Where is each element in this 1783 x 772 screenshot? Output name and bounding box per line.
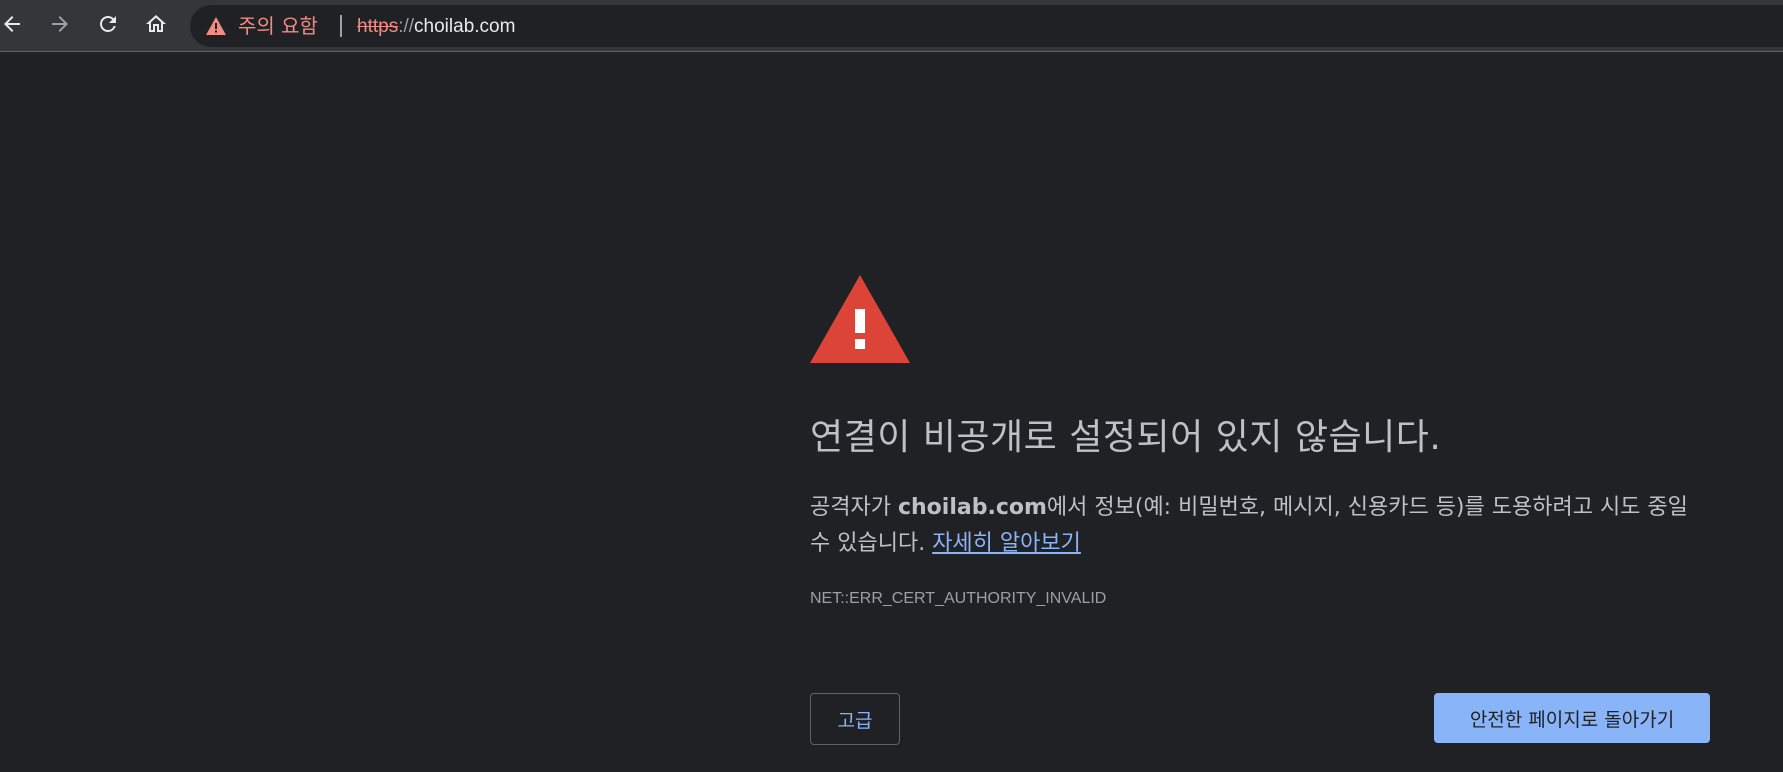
warning-triangle-icon [810,275,910,367]
forward-button[interactable] [42,6,78,42]
message-host: choilab.com [897,495,1047,520]
advanced-button[interactable]: 고급 [810,693,900,745]
home-button[interactable] [138,6,174,42]
url-scheme: https [357,16,399,37]
omnibox-divider [340,15,342,37]
reload-icon [100,15,116,32]
message-prefix: 공격자가 [810,495,898,520]
home-icon [146,15,166,32]
reload-button[interactable] [90,6,126,42]
arrow-right-icon [52,16,68,32]
url-host: choilab.com [414,16,516,37]
url-text[interactable]: https://choilab.com [357,16,515,38]
warning-message: 공격자가 choilab.com에서 정보(예: 비밀번호, 메시지, 신용카드… [810,490,1710,562]
url-separator: :// [398,16,415,37]
learn-more-link[interactable]: 자세히 알아보기 [932,531,1081,556]
warning-triangle-icon[interactable] [206,17,226,39]
page-title: 연결이 비공개로 설정되어 있지 않습니다. [810,417,1442,458]
browser-toolbar: 주의 요함 https://choilab.com [0,0,1783,52]
error-code: NET::ERR_CERT_AUTHORITY_INVALID [810,590,1107,607]
security-warning-label[interactable]: 주의 요함 [238,14,318,38]
back-to-safety-button[interactable]: 안전한 페이지로 돌아가기 [1434,693,1710,743]
arrow-left-icon [4,16,20,32]
back-button[interactable] [0,6,30,42]
address-bar[interactable]: 주의 요함 https://choilab.com [190,5,1783,47]
